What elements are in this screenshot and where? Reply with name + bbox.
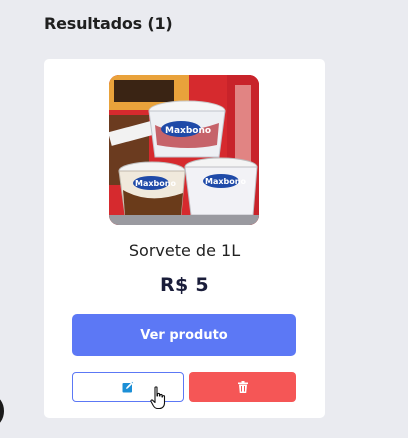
product-price: R$ 5 <box>160 274 209 296</box>
edit-square-icon <box>122 381 134 393</box>
product-image[interactable]: Maxbono Maxbono Maxbono <box>109 75 259 225</box>
edit-button[interactable] <box>72 372 184 402</box>
view-product-button[interactable]: Ver produto <box>72 314 296 356</box>
image-brand-text-2: Maxbono <box>135 179 176 188</box>
image-brand-text-3: Maxbono <box>205 177 246 186</box>
image-brand-text-1: Maxbono <box>165 126 211 136</box>
ice-cream-photo: Maxbono Maxbono Maxbono <box>109 75 259 225</box>
product-card: Maxbono Maxbono Maxbono Sorvete de 1L R$… <box>44 59 325 418</box>
product-name: Sorvete de 1L <box>128 241 241 260</box>
trash-icon <box>237 381 248 393</box>
delete-button[interactable] <box>189 372 296 402</box>
floating-action-button[interactable] <box>0 396 4 426</box>
results-heading: Resultados (1) <box>44 14 173 33</box>
